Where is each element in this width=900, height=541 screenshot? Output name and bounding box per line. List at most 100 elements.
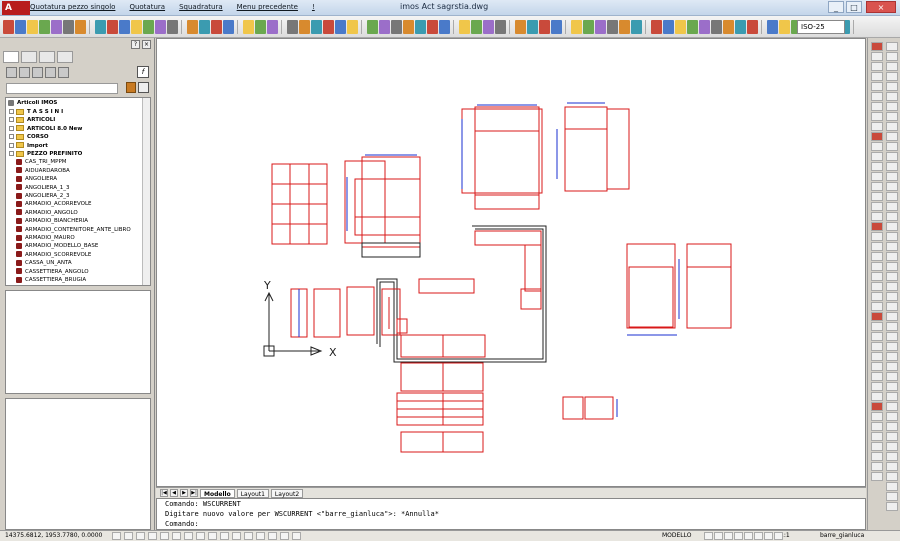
draw-tool-icon[interactable]: [871, 462, 883, 471]
draw-tool-icon[interactable]: [871, 472, 883, 481]
toolbar-tool-icon[interactable]: [143, 19, 154, 34]
draw-tool-icon[interactable]: [871, 342, 883, 351]
tab-parts-icon[interactable]: [39, 51, 55, 63]
minimize-button[interactable]: _: [828, 1, 844, 13]
panel-close-icon[interactable]: ×: [142, 40, 151, 49]
expand-icon[interactable]: [9, 125, 14, 131]
toolbar-tool-icon[interactable]: [403, 19, 414, 34]
tree-item[interactable]: CASSETTIERA_BRUGIA: [16, 276, 86, 284]
draw-tool-icon[interactable]: [886, 432, 898, 441]
draw-tool-icon[interactable]: [871, 202, 883, 211]
toolbar-tool-icon[interactable]: [483, 19, 494, 34]
toolbar-tool-icon[interactable]: [27, 19, 38, 34]
model-space-toggle[interactable]: MODELLO: [662, 532, 692, 539]
tree-item[interactable]: ARMADIO_ACORREVOLE: [16, 200, 92, 208]
tree-item[interactable]: ARMADIO_BIANCHERIA: [16, 217, 88, 225]
toolbar-tool-icon[interactable]: [95, 19, 106, 34]
draw-tool-icon[interactable]: [871, 232, 883, 241]
toolbar-tool-icon[interactable]: [527, 19, 538, 34]
toolbar-tool-icon[interactable]: [583, 19, 594, 34]
view-tool-icon[interactable]: [734, 532, 743, 540]
drafting-toggle-icon[interactable]: [268, 532, 277, 540]
draw-tool-icon[interactable]: [871, 372, 883, 381]
drafting-toggle-icon[interactable]: [256, 532, 265, 540]
draw-tool-icon[interactable]: [871, 162, 883, 171]
draw-tool-icon[interactable]: [886, 92, 898, 101]
toolbar-tool-icon[interactable]: [747, 19, 758, 34]
draw-tool-icon[interactable]: [871, 72, 883, 81]
expand-icon[interactable]: [9, 109, 14, 114]
toolbar-tool-icon[interactable]: [595, 19, 606, 34]
toolbar-tool-icon[interactable]: [63, 19, 74, 34]
drafting-toggle-icon[interactable]: [112, 532, 121, 540]
toolbar-tool-icon[interactable]: [687, 19, 698, 34]
drafting-toggle-icon[interactable]: [124, 532, 133, 540]
toolbar-tool-icon[interactable]: [571, 19, 582, 34]
view-tool-icon[interactable]: [714, 532, 723, 540]
draw-tool-icon[interactable]: [886, 472, 898, 481]
draw-tool-icon[interactable]: [871, 432, 883, 441]
toolbar-tool-icon[interactable]: [243, 19, 254, 34]
menu-item-extra[interactable]: !: [312, 3, 315, 14]
toolbar-tool-icon[interactable]: [539, 19, 550, 34]
view-list-icon[interactable]: [6, 67, 17, 78]
toolbar-tool-icon[interactable]: [75, 19, 86, 34]
tree-item[interactable]: ARMADIO_MAURO: [16, 234, 75, 242]
function-icon[interactable]: f: [137, 66, 149, 78]
draw-tool-icon[interactable]: [871, 192, 883, 201]
toolbar-tool-icon[interactable]: [675, 19, 686, 34]
draw-tool-icon[interactable]: [886, 292, 898, 301]
draw-tool-icon[interactable]: [871, 42, 883, 51]
view-grid-icon[interactable]: [45, 67, 56, 78]
draw-tool-icon[interactable]: [871, 322, 883, 331]
tree-item[interactable]: ARMADIO_CONTENITORE_ANTE_LIBRO: [16, 226, 131, 234]
drafting-toggle-icon[interactable]: [244, 532, 253, 540]
draw-tool-icon[interactable]: [871, 382, 883, 391]
toolbar-tool-icon[interactable]: [15, 19, 26, 34]
draw-tool-icon[interactable]: [871, 442, 883, 451]
toolbar-tool-icon[interactable]: [335, 19, 346, 34]
command-prompt[interactable]: Comando:: [165, 520, 199, 528]
drafting-toggle-icon[interactable]: [220, 532, 229, 540]
draw-tool-icon[interactable]: [886, 232, 898, 241]
tree-scrollbar[interactable]: [142, 98, 150, 285]
toolbar-tool-icon[interactable]: [495, 19, 506, 34]
search-icon[interactable]: [138, 82, 149, 93]
draw-tool-icon[interactable]: [886, 222, 898, 231]
draw-tool-icon[interactable]: [886, 42, 898, 51]
toolbar-tool-icon[interactable]: [663, 19, 674, 34]
draw-tool-icon[interactable]: [871, 412, 883, 421]
draw-tool-icon[interactable]: [871, 292, 883, 301]
drafting-toggle-icon[interactable]: [208, 532, 217, 540]
tree-item[interactable]: ANGOLIERA_2_3: [16, 192, 70, 200]
toolbar-tool-icon[interactable]: [607, 19, 618, 34]
tree-folder[interactable]: ARTICOLI: [9, 116, 55, 124]
draw-tool-icon[interactable]: [871, 52, 883, 61]
draw-tool-icon[interactable]: [871, 82, 883, 91]
draw-tool-icon[interactable]: [886, 162, 898, 171]
first-layout-button[interactable]: |◀: [160, 489, 168, 497]
draw-tool-icon[interactable]: [871, 132, 883, 141]
draw-tool-icon[interactable]: [886, 82, 898, 91]
draw-tool-icon[interactable]: [871, 262, 883, 271]
drafting-toggle-icon[interactable]: [280, 532, 289, 540]
draw-tool-icon[interactable]: [886, 392, 898, 401]
toolbar-tool-icon[interactable]: [515, 19, 526, 34]
draw-tool-icon[interactable]: [871, 302, 883, 311]
toolbar-tool-icon[interactable]: [199, 19, 210, 34]
drafting-toggle-icon[interactable]: [232, 532, 241, 540]
tree-item[interactable]: CAS_TRI_MPPM: [16, 158, 67, 166]
toolbar-tool-icon[interactable]: [187, 19, 198, 34]
next-layout-button[interactable]: ▶: [180, 489, 188, 497]
tab-model[interactable]: Modello: [200, 488, 235, 498]
expand-icon[interactable]: [9, 117, 14, 123]
menu-item-quotatura-pezzo[interactable]: Quotatura pezzo singolo: [30, 3, 115, 14]
dimension-style-select[interactable]: ISO-25: [797, 20, 845, 34]
filter-input[interactable]: [6, 83, 118, 94]
drafting-toggle-icon[interactable]: [148, 532, 157, 540]
draw-tool-icon[interactable]: [886, 212, 898, 221]
view-tree-icon[interactable]: [32, 67, 43, 78]
toolbar-tool-icon[interactable]: [311, 19, 322, 34]
draw-tool-icon[interactable]: [886, 62, 898, 71]
view-tool-icon[interactable]: [764, 532, 773, 540]
